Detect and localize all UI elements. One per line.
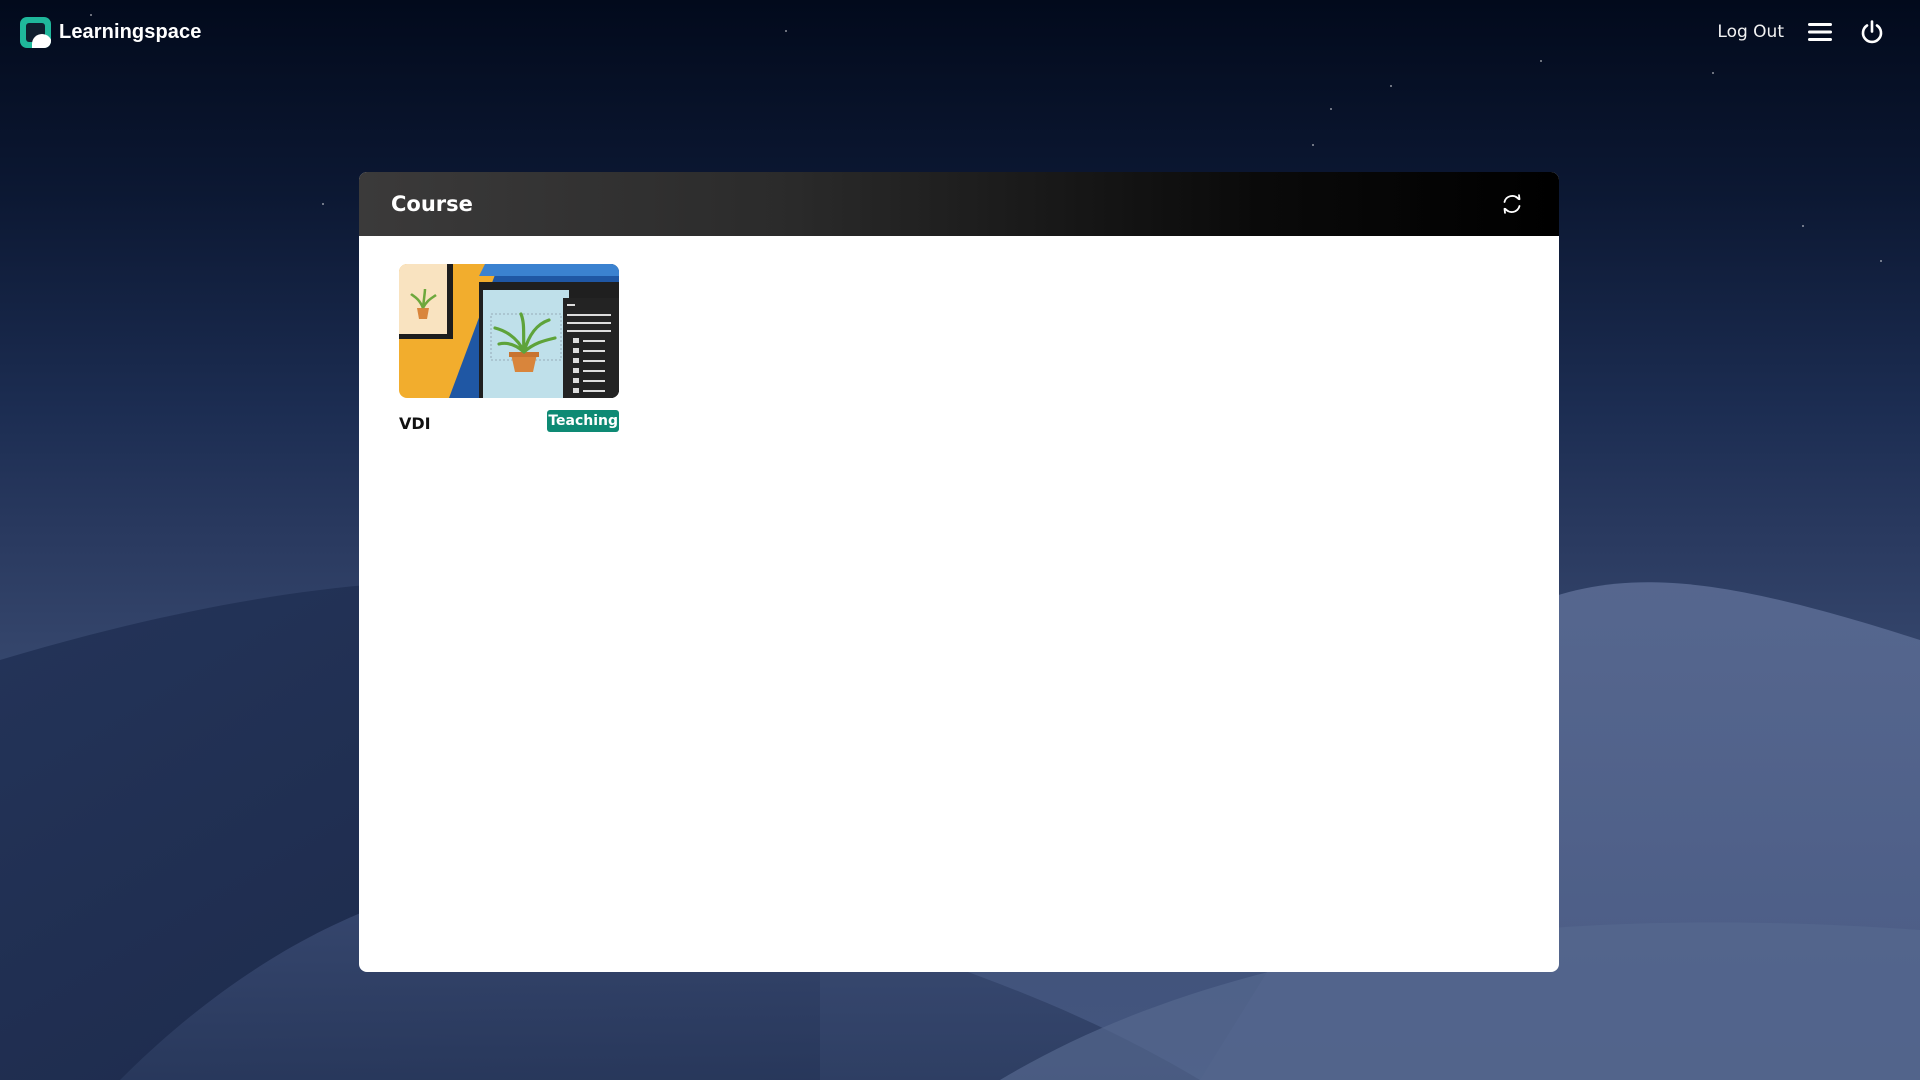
power-icon	[1861, 20, 1883, 44]
brand-name: Learningspace	[59, 20, 202, 43]
refresh-button[interactable]	[1497, 189, 1527, 219]
logout-link[interactable]: Log Out	[1717, 22, 1784, 42]
app-logo[interactable]: Learningspace	[20, 16, 201, 48]
learningspace-logo-icon	[20, 16, 51, 48]
menu-button[interactable]	[1804, 16, 1836, 48]
course-thumbnail	[399, 264, 619, 398]
course-card[interactable]: VDI Teaching	[399, 264, 619, 438]
top-right-controls: Log Out	[1717, 16, 1888, 48]
refresh-icon	[1503, 194, 1521, 214]
hamburger-menu-icon	[1808, 23, 1832, 41]
role-badge: Teaching	[547, 410, 619, 432]
course-name: VDI	[399, 414, 431, 433]
panel-header: Course	[359, 172, 1559, 236]
panel-title: Course	[391, 192, 473, 216]
course-panel: Course VDI Teaching	[359, 172, 1559, 972]
course-card-footer: VDI Teaching	[399, 398, 619, 438]
power-button[interactable]	[1856, 16, 1888, 48]
